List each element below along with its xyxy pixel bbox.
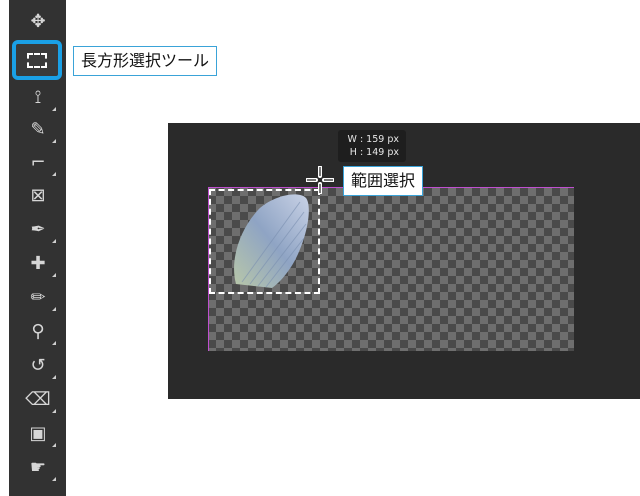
- selection-width-readout: W : 159 px: [347, 134, 399, 145]
- canvas-workspace[interactable]: [168, 123, 640, 399]
- history-brush-icon: ↺: [30, 355, 46, 376]
- healing-brush-icon: ✚: [30, 253, 46, 274]
- submenu-indicator-icon: [52, 273, 56, 277]
- selection-callout: 範囲選択: [343, 166, 424, 196]
- submenu-indicator-icon: [52, 375, 56, 379]
- history-brush-tool-button[interactable]: ↺: [16, 350, 60, 382]
- quick-selection-icon: ✎: [30, 119, 46, 140]
- crop-icon: ⌐: [30, 152, 46, 173]
- move-icon: ✥: [30, 11, 46, 32]
- tools-panel: ✥ ⟟ ✎ ⌐ ⊠ ✒ ✚ ✏ ⚲ ↺ ⌫ ▣ ☛: [9, 0, 66, 496]
- clone-stamp-icon: ⚲: [31, 321, 45, 342]
- submenu-indicator-icon: [52, 409, 56, 413]
- polygonal-lasso-tool-button[interactable]: ⟟: [16, 82, 60, 114]
- quick-selection-tool-button[interactable]: ✎: [16, 114, 60, 146]
- eyedropper-tool-button[interactable]: ✒: [16, 214, 60, 246]
- selection-height-readout: H : 149 px: [349, 147, 399, 158]
- brush-icon: ✏: [30, 287, 46, 308]
- frame-tool-button[interactable]: ⊠: [16, 180, 60, 212]
- eraser-tool-button[interactable]: ⌫: [16, 384, 60, 416]
- move-tool-button[interactable]: ✥: [16, 6, 60, 38]
- submenu-indicator-icon: [52, 477, 56, 481]
- submenu-indicator-icon: [52, 139, 56, 143]
- gradient-icon: ▣: [29, 423, 47, 444]
- submenu-indicator-icon: [52, 172, 56, 176]
- clone-stamp-tool-button[interactable]: ⚲: [16, 316, 60, 348]
- frame-icon: ⊠: [30, 185, 46, 206]
- smudge-tool-button[interactable]: ☛: [16, 452, 60, 484]
- brush-tool-button[interactable]: ✏: [16, 282, 60, 314]
- submenu-indicator-icon: [52, 341, 56, 345]
- rectangular-marquee-tool-button[interactable]: [12, 40, 62, 80]
- selection-callout-label: 範囲選択: [351, 171, 416, 190]
- smudge-icon: ☛: [29, 457, 47, 478]
- polygonal-lasso-icon: ⟟: [34, 87, 42, 108]
- rectangular-marquee-icon: [27, 52, 47, 68]
- tool-name-callout: 長方形選択ツール: [73, 46, 218, 76]
- eyedropper-icon: ✒: [30, 219, 46, 240]
- tool-name-label: 長方形選択ツール: [81, 51, 210, 70]
- healing-brush-tool-button[interactable]: ✚: [16, 248, 60, 280]
- rectangular-selection-marquee[interactable]: [209, 189, 320, 294]
- submenu-indicator-icon: [52, 307, 56, 311]
- submenu-indicator-icon: [52, 107, 56, 111]
- crosshair-cursor-icon: [306, 166, 334, 194]
- eraser-icon: ⌫: [25, 389, 51, 410]
- crop-tool-button[interactable]: ⌐: [16, 147, 60, 179]
- submenu-indicator-icon: [52, 239, 56, 243]
- gradient-tool-button[interactable]: ▣: [16, 418, 60, 450]
- submenu-indicator-icon: [52, 443, 56, 447]
- selection-size-tooltip: W : 159 px H : 149 px: [338, 130, 406, 162]
